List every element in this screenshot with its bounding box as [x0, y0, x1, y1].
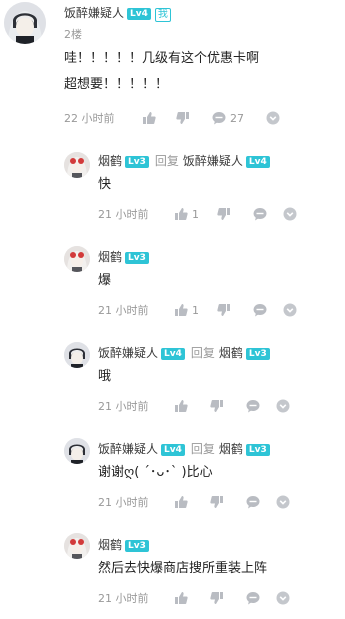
thumb-down-icon[interactable]	[210, 495, 224, 509]
chevron-down-icon[interactable]	[283, 303, 297, 317]
chevron-down-icon[interactable]	[283, 207, 297, 221]
reply-text: 哦	[98, 369, 112, 384]
reply-text: 快	[98, 177, 112, 192]
reply-text: 谢谢ღ( ´･ᴗ･` )比心	[98, 465, 213, 480]
reply-text: 爆	[98, 273, 112, 288]
comment-text-line: 超想要！！！！！	[64, 77, 169, 92]
comment-text-line: 哇！！！！！几级有这个优惠卡啊	[64, 51, 260, 66]
reply-to-label: 回复	[154, 154, 179, 168]
avatar[interactable]	[64, 152, 90, 178]
comment-bubble-icon[interactable]	[253, 303, 267, 317]
reply-target-username[interactable]: 烟鹤	[219, 442, 243, 456]
avatar[interactable]	[64, 342, 90, 368]
reply-header: 烟鹤 Lv3	[98, 248, 149, 265]
thumb-up-icon[interactable]	[174, 591, 188, 605]
timestamp: 21 小时前	[98, 496, 149, 509]
username[interactable]: 饭醉嫌疑人	[98, 346, 158, 360]
timestamp: 21 小时前	[98, 304, 149, 317]
avatar[interactable]	[64, 246, 90, 272]
chevron-down-icon[interactable]	[276, 399, 290, 413]
comment-bubble-icon[interactable]	[246, 399, 260, 413]
avatar[interactable]	[4, 2, 46, 44]
avatar[interactable]	[64, 438, 90, 464]
chevron-down-icon[interactable]	[266, 111, 280, 125]
comment-text: 哇！！！！！几级有这个优惠卡啊 超想要！！！！！	[64, 47, 334, 97]
thumb-down-icon[interactable]	[217, 303, 231, 317]
username[interactable]: 饭醉嫌疑人	[64, 6, 124, 20]
thumb-up-icon[interactable]	[142, 111, 156, 125]
username[interactable]: 饭醉嫌疑人	[98, 442, 158, 456]
level-badge: Lv3	[125, 156, 149, 168]
level-badge: Lv3	[125, 252, 149, 264]
timestamp: 21 小时前	[98, 400, 149, 413]
like-count: 1	[192, 207, 199, 221]
level-badge: Lv4	[127, 8, 151, 20]
thumb-down-icon[interactable]	[210, 399, 224, 413]
me-badge: 我	[154, 8, 171, 22]
level-badge: Lv3	[245, 348, 270, 360]
reply-meta-bar: 21 小时前 1	[98, 206, 318, 222]
reply-header: 饭醉嫌疑人 Lv4 回复 烟鹤 Lv3	[98, 344, 270, 361]
timestamp: 21 小时前	[98, 592, 149, 605]
reply-header: 饭醉嫌疑人 Lv4 回复 烟鹤 Lv3	[98, 440, 270, 457]
reply-header: 烟鹤 Lv3 回复 饭醉嫌疑人 Lv4	[98, 152, 270, 169]
level-badge: Lv4	[161, 348, 185, 360]
reply-to-label: 回复	[190, 442, 215, 456]
level-badge: Lv3	[125, 540, 149, 552]
reply-meta-bar: 21 小时前	[98, 590, 318, 606]
timestamp: 21 小时前	[98, 208, 149, 221]
comment-bubble-icon[interactable]	[253, 207, 267, 221]
level-badge: Lv4	[245, 156, 270, 168]
thumb-up-icon[interactable]	[174, 207, 188, 221]
floor-number: 2楼	[64, 28, 82, 41]
comment-meta-bar: 22 小时前 27	[64, 110, 324, 126]
username[interactable]: 烟鹤	[98, 250, 122, 264]
comment-header: 饭醉嫌疑人 Lv4 我	[64, 4, 171, 22]
reply-meta-bar: 21 小时前	[98, 398, 318, 414]
reply-text: 然后去快爆商店搜所重装上阵	[98, 561, 268, 576]
chevron-down-icon[interactable]	[276, 495, 290, 509]
level-badge: Lv3	[245, 444, 270, 456]
comment-count: 27	[230, 111, 244, 125]
avatar[interactable]	[64, 533, 90, 559]
timestamp: 22 小时前	[64, 112, 115, 125]
comment-bubble-icon[interactable]	[246, 495, 260, 509]
comment-bubble-icon[interactable]	[246, 591, 260, 605]
thumb-down-icon[interactable]	[210, 591, 224, 605]
like-count: 1	[192, 303, 199, 317]
reply-meta-bar: 21 小时前 1	[98, 302, 318, 318]
thumb-up-icon[interactable]	[174, 303, 188, 317]
thumb-up-icon[interactable]	[174, 399, 188, 413]
thumb-up-icon[interactable]	[174, 495, 188, 509]
reply-meta-bar: 21 小时前	[98, 494, 318, 510]
thumb-down-icon[interactable]	[217, 207, 231, 221]
reply-header: 烟鹤 Lv3	[98, 536, 149, 553]
reply-to-label: 回复	[190, 346, 215, 360]
chevron-down-icon[interactable]	[276, 591, 290, 605]
username[interactable]: 烟鹤	[98, 538, 122, 552]
comment-bubble-icon[interactable]	[212, 111, 226, 125]
username[interactable]: 烟鹤	[98, 154, 122, 168]
reply-target-username[interactable]: 饭醉嫌疑人	[183, 154, 243, 168]
level-badge: Lv4	[161, 444, 185, 456]
reply-target-username[interactable]: 烟鹤	[219, 346, 243, 360]
thumb-down-icon[interactable]	[176, 111, 190, 125]
